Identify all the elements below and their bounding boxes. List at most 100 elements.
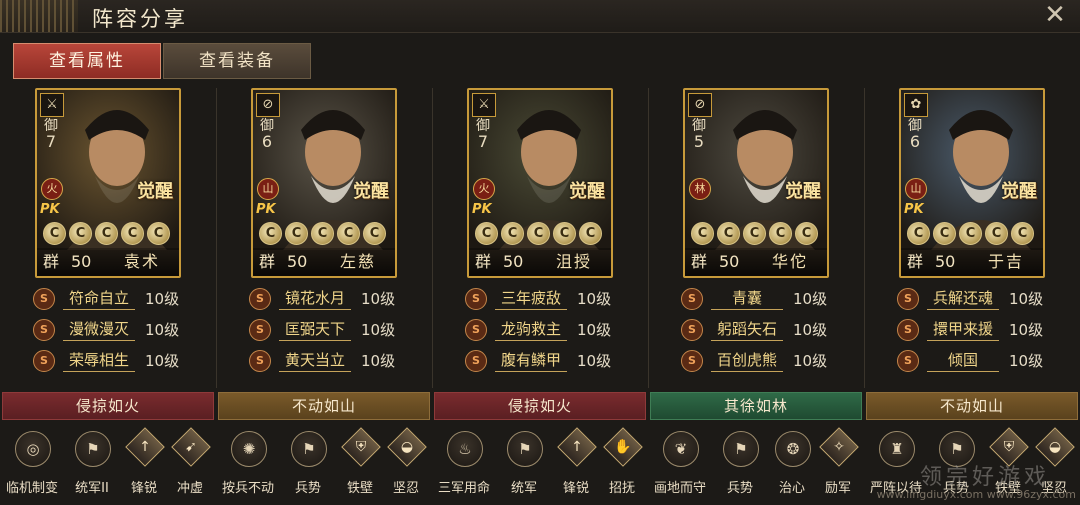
formation-items: ✺ 按兵不动 ⚑ 兵势 ⛨ 铁壁 ◒ 坚忍	[218, 421, 430, 505]
skill-name[interactable]: 漫微漫灭	[63, 318, 135, 341]
skill-name[interactable]: 青囊	[711, 287, 783, 310]
awaken-badge: 觉醒	[785, 181, 821, 202]
general-name: 沮授	[555, 252, 592, 271]
pk-badge: PK	[40, 202, 60, 217]
shield-icon: ⛨	[341, 427, 381, 467]
skill-row: S 腹有鳞甲 10级	[465, 347, 645, 378]
formation-item[interactable]: ❦ 画地而守	[650, 421, 710, 505]
skill-name[interactable]: 黄天当立	[279, 349, 351, 372]
title-ornament	[0, 0, 78, 32]
spear-icon: ↑	[125, 427, 165, 467]
star-icon: C	[475, 222, 498, 245]
skill-level: 10级	[361, 290, 396, 308]
skill-grade-icon: S	[681, 319, 703, 341]
formation-item[interactable]: ♨ 三军用命	[434, 421, 494, 505]
element-badge: 火	[41, 178, 63, 200]
formation-title[interactable]: 不动如山	[866, 392, 1078, 420]
faction-label: 群	[691, 252, 708, 271]
formation-title[interactable]: 侵掠如火	[2, 392, 214, 420]
tab-attributes[interactable]: 查看属性	[13, 43, 161, 79]
skill-level: 10级	[793, 290, 828, 308]
name-bar: 群 50 于吉	[901, 248, 1043, 276]
banner-icon: ⚑	[291, 431, 327, 467]
formation-item-label: 锋锐	[562, 481, 589, 496]
formation-item[interactable]: ✧ 励军	[814, 421, 862, 505]
awaken-badge: 觉醒	[353, 181, 389, 202]
skill-grade-icon: S	[33, 350, 55, 372]
formation-item[interactable]: ❂ 治心	[770, 421, 814, 505]
skill-level: 10级	[577, 321, 612, 339]
formation-item[interactable]: ⚑ 统军	[494, 421, 554, 505]
watermark-text: www.lingdiuyx.com www.96zyx.com	[876, 488, 1076, 501]
defense-value: 7	[45, 132, 57, 151]
formation-item[interactable]: ↑ 锋锐	[122, 421, 166, 505]
skill-name[interactable]: 符命自立	[63, 287, 135, 310]
close-icon[interactable]: ✕	[1042, 2, 1068, 28]
skill-grade-icon: S	[465, 319, 487, 341]
formation-item-label: 临机制变	[5, 481, 58, 496]
awaken-badge: 觉醒	[1001, 181, 1037, 202]
formation-item[interactable]: ✺ 按兵不动	[218, 421, 278, 505]
skill-name[interactable]: 荣辱相生	[63, 349, 135, 372]
banner-icon: ⚑	[75, 431, 111, 467]
formation-item[interactable]: ⚑ 兵势	[278, 421, 338, 505]
general-portrait[interactable]: ⊘ 御 6 山 PK 觉醒 CCCCC 群 50 左慈	[251, 88, 397, 278]
tab-equipment[interactable]: 查看装备	[163, 43, 311, 79]
general-portrait[interactable]: ✿ 御 6 山 PK 觉醒 CCCCC 群 50 于吉	[899, 88, 1045, 278]
defense-value: 7	[477, 132, 489, 151]
star-icon: C	[95, 222, 118, 245]
column-divider	[864, 88, 865, 388]
skill-name[interactable]: 匡弼天下	[279, 318, 351, 341]
skill-row: S 躬蹈矢石 10级	[681, 316, 861, 347]
spear-icon: ↑	[557, 427, 597, 467]
star-icon: C	[933, 222, 956, 245]
formation-title[interactable]: 其徐如林	[650, 392, 862, 420]
skill-row: S 青囊 10级	[681, 285, 861, 316]
skill-level: 10级	[145, 321, 180, 339]
awaken-badge: 觉醒	[569, 181, 605, 202]
pk-badge: PK	[472, 202, 492, 217]
formation-item[interactable]: ⚑ 兵势	[710, 421, 770, 505]
skill-name[interactable]: 三年疲敌	[495, 287, 567, 310]
skill-row: S 兵解还魂 10级	[897, 285, 1077, 316]
skill-list: S 三年疲敌 10级 S 龙驹救主 10级 S 腹有鳞甲 10级	[465, 285, 645, 378]
skill-name[interactable]: 龙驹救主	[495, 318, 567, 341]
formation-item[interactable]: ⛨ 铁壁	[338, 421, 382, 505]
page-title: 阵容分享	[92, 7, 188, 31]
formation-title[interactable]: 侵掠如火	[434, 392, 646, 420]
title-bar: 阵容分享 ✕	[0, 0, 1080, 33]
formation-item[interactable]: ⚑ 统军II	[62, 421, 122, 505]
no-weapon-icon: ⊘	[256, 93, 280, 117]
defense-value: 5	[693, 132, 705, 151]
skill-name[interactable]: 百创虎熊	[711, 349, 783, 372]
skill-grade-icon: S	[249, 288, 271, 310]
general-portrait[interactable]: ⚔ 御 7 火 PK 觉醒 CCCCC 群 50 袁术	[35, 88, 181, 278]
skill-row: S 擐甲来援 10级	[897, 316, 1077, 347]
leaf-icon: ❦	[663, 431, 699, 467]
skill-name[interactable]: 镜花水月	[279, 287, 351, 310]
general-portrait[interactable]: ⚔ 御 7 火 PK 觉醒 CCCCC 群 50 沮授	[467, 88, 613, 278]
skill-name[interactable]: 兵解还魂	[927, 287, 999, 310]
star-icon: C	[285, 222, 308, 245]
formation-title[interactable]: 不动如山	[218, 392, 430, 420]
skill-level: 10级	[361, 321, 396, 339]
general-level: 50	[503, 252, 524, 271]
column-divider	[648, 88, 649, 388]
formation-item[interactable]: ◒ 坚忍	[382, 421, 430, 505]
general-portrait[interactable]: ⊘ 御 5 林 觉醒 CCCCC 群 50 华佗	[683, 88, 829, 278]
soldier-icon: ♜	[879, 431, 915, 467]
skill-level: 10级	[145, 290, 180, 308]
formation-item[interactable]: ◎ 临机制变	[2, 421, 62, 505]
skill-name[interactable]: 倾国	[927, 349, 999, 372]
skill-name[interactable]: 躬蹈矢石	[711, 318, 783, 341]
formation-item-label: 画地而守	[653, 481, 706, 496]
skill-name[interactable]: 腹有鳞甲	[495, 349, 567, 372]
formation-item[interactable]: ↑ 锋锐	[554, 421, 598, 505]
formation-item[interactable]: ➹ 冲虚	[166, 421, 214, 505]
skill-grade-icon: S	[897, 350, 919, 372]
star-rating: CCCCC	[691, 222, 821, 245]
skill-name[interactable]: 擐甲来援	[927, 318, 999, 341]
star-icon: C	[363, 222, 386, 245]
formation-item[interactable]: ✋ 招抚	[598, 421, 646, 505]
helmet-icon: ◒	[387, 427, 427, 467]
